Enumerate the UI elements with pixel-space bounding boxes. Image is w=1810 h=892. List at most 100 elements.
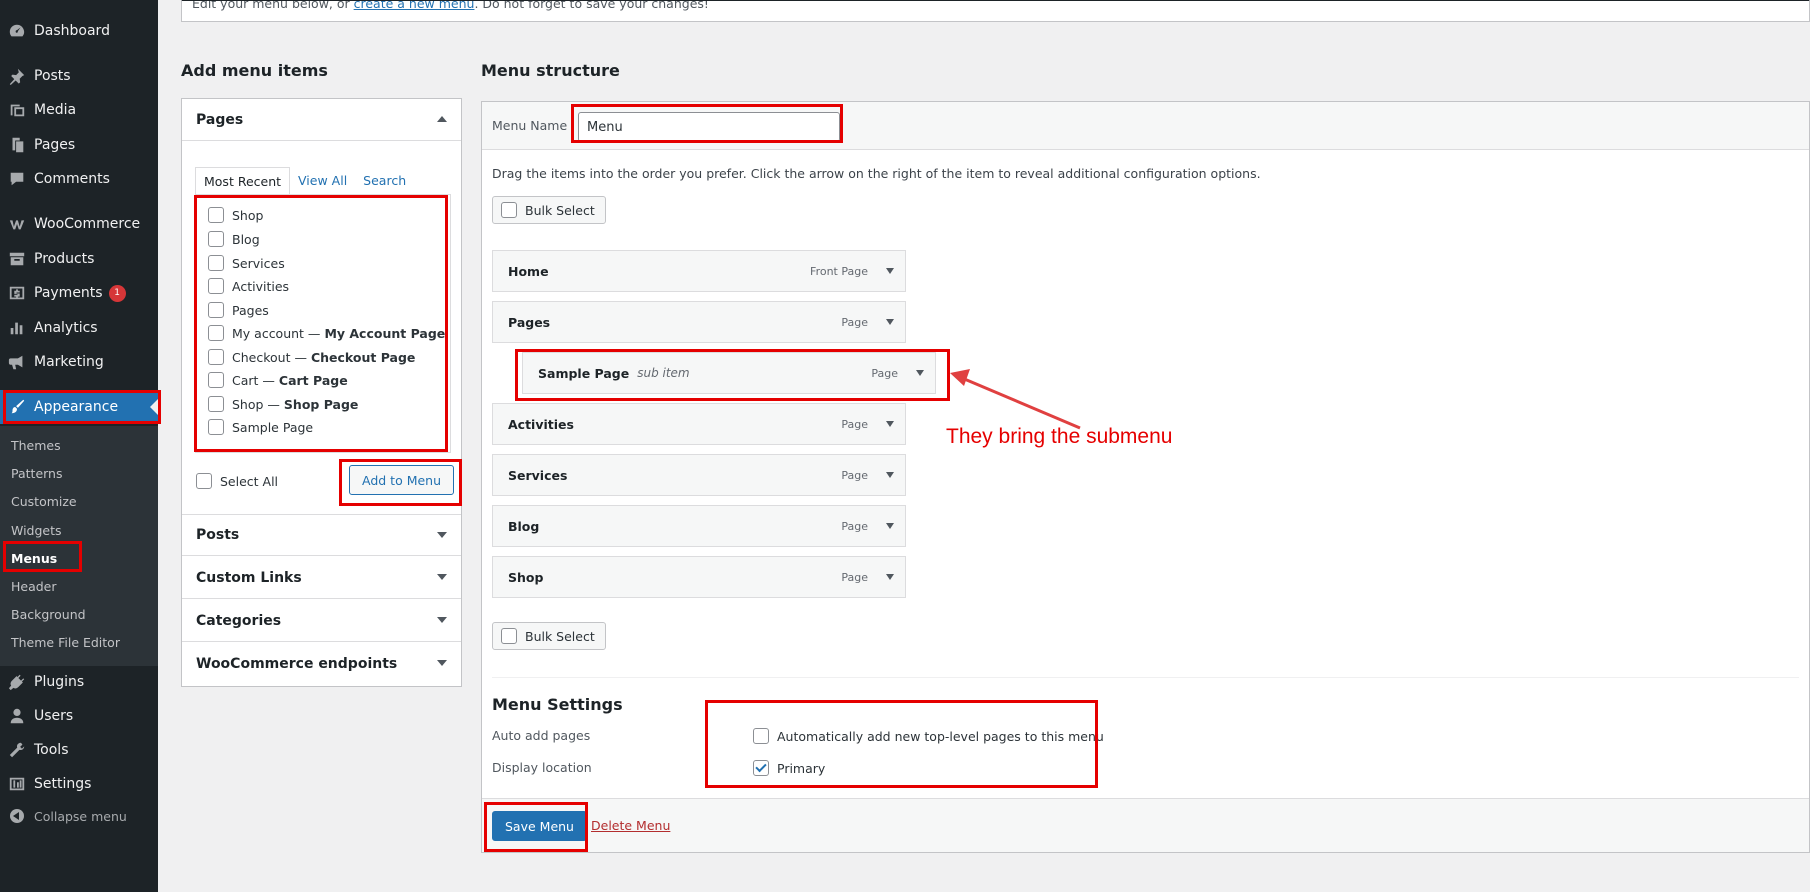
categories-panel-header[interactable]: Categories [182,600,461,642]
item-toggle-arrow-icon[interactable] [886,574,894,580]
sidebar-item-marketing[interactable]: Marketing [0,345,158,379]
submenu-item-header[interactable]: Header [11,579,57,594]
posts-panel-header[interactable]: Posts [182,514,461,556]
brush-icon [0,398,34,416]
submenu-item-widgets[interactable]: Widgets [11,523,62,538]
sidebar-item-dashboard[interactable]: Dashboard [0,14,158,48]
save-menu-button[interactable]: Save Menu [492,811,587,841]
page-checkbox-shop[interactable]: Shop [208,207,263,223]
sidebar-item-plugins[interactable]: Plugins [0,665,158,699]
admin-sidebar: Dashboard Posts Media Pages Comments Woo… [0,0,158,892]
woocommerce-icon [0,215,34,233]
menu-settings-title: Menu Settings [492,695,623,714]
user-icon [0,707,34,725]
sidebar-item-appearance[interactable]: Appearance [0,390,158,424]
submenu-item-themes[interactable]: Themes [11,438,61,453]
auto-add-pages-label: Auto add pages [492,728,591,743]
menu-item-home[interactable]: Home Front Page [492,250,906,292]
sidebar-item-settings[interactable]: Settings [0,767,158,801]
page-checkbox-pages[interactable]: Pages [208,302,269,318]
auto-add-pages-checkbox[interactable]: Automatically add new top-level pages to… [753,728,1104,744]
item-toggle-arrow-icon[interactable] [886,472,894,478]
sidebar-item-media[interactable]: Media [0,93,158,127]
display-location-label: Display location [492,760,592,775]
delete-menu-link[interactable]: Delete Menu [591,818,670,833]
media-icon [0,101,34,119]
pin-icon [0,67,34,85]
sidebar-item-products[interactable]: Products [0,242,158,276]
collapse-arrow-icon [10,809,24,823]
menu-name-label: Menu Name [492,118,568,133]
page-checkbox-sample-page[interactable]: Sample Page [208,419,313,435]
sidebar-item-woocommerce[interactable]: WooCommerce [0,207,158,241]
menu-item-blog[interactable]: Blog Page [492,505,906,547]
submenu-item-customize[interactable]: Customize [11,494,77,509]
sidebar-item-pages[interactable]: Pages [0,128,158,162]
sidebar-item-tools[interactable]: Tools [0,733,158,767]
bulk-select-top[interactable]: Bulk Select [492,196,606,224]
submenu-item-background[interactable]: Background [11,607,86,622]
page-checkbox-shop-page[interactable]: Shop — Shop Page [208,396,358,412]
bulk-select-bottom[interactable]: Bulk Select [492,622,606,650]
page-checkbox-checkout[interactable]: Checkout — Checkout Page [208,349,415,365]
collapse-menu-button[interactable]: Collapse menu [0,803,127,829]
add-to-menu-button[interactable]: Add to Menu [349,465,455,495]
checkmark-icon[interactable] [753,760,769,776]
tab-search[interactable]: Search [355,167,414,195]
appearance-submenu: Themes Patterns Customize Widgets Menus … [0,426,158,666]
sidebar-item-comments[interactable]: Comments [0,162,158,196]
tab-most-recent[interactable]: Most Recent [195,167,291,195]
select-all-checkbox[interactable]: Select All [196,473,278,489]
edit-menu-notice: Edit your menu below, or create a new me… [181,0,1810,22]
item-toggle-arrow-icon[interactable] [886,319,894,325]
item-toggle-arrow-icon[interactable] [886,268,894,274]
item-toggle-arrow-icon[interactable] [886,523,894,529]
payments-icon [0,284,34,302]
plug-icon [0,673,34,691]
expand-down-icon [437,574,447,580]
menu-item-services[interactable]: Services Page [492,454,906,496]
menu-structure-title: Menu structure [481,61,620,80]
create-new-menu-link[interactable]: create a new menu [354,1,475,11]
submenu-item-theme-file-editor[interactable]: Theme File Editor [11,635,120,650]
expand-down-icon [437,617,447,623]
item-toggle-arrow-icon[interactable] [886,421,894,427]
expand-down-icon [437,532,447,538]
sidebar-item-users[interactable]: Users [0,699,158,733]
page-checkbox-my-account[interactable]: My account — My Account Page [208,325,445,341]
tab-view-all[interactable]: View All [290,167,355,195]
submenu-item-patterns[interactable]: Patterns [11,466,62,481]
menu-item-activities[interactable]: Activities Page [492,403,906,445]
collapse-up-icon [437,116,447,122]
pages-icon [0,136,34,154]
chart-icon [0,319,34,337]
submenu-item-menus[interactable]: Menus [11,551,57,566]
dashboard-icon [0,22,34,40]
item-toggle-arrow-icon[interactable] [916,370,924,376]
pages-panel-header[interactable]: Pages [182,99,461,141]
page-checkbox-blog[interactable]: Blog [208,231,260,247]
woocommerce-endpoints-panel-header[interactable]: WooCommerce endpoints [182,643,461,685]
comment-icon [0,170,34,188]
menu-item-sample-page[interactable]: Sample Page sub item Page [522,352,936,394]
sliders-icon [0,775,34,793]
primary-location-checkbox[interactable]: Primary [753,760,825,776]
add-menu-items-title: Add menu items [181,61,328,80]
menu-footer: Save Menu Delete Menu [482,798,1809,852]
custom-links-panel-header[interactable]: Custom Links [182,557,461,599]
expand-down-icon [437,660,447,666]
menu-item-pages[interactable]: Pages Page [492,301,906,343]
sidebar-item-payments[interactable]: Payments 1 [0,276,158,310]
page-checkbox-cart[interactable]: Cart — Cart Page [208,372,348,388]
page-checkbox-activities[interactable]: Activities [208,278,289,294]
page-checkbox-services[interactable]: Services [208,255,285,271]
menu-item-shop[interactable]: Shop Page [492,556,906,598]
sidebar-item-posts[interactable]: Posts [0,59,158,93]
payments-count-badge: 1 [108,284,126,302]
pages-checklist: Shop Blog Services Activities Pages My a… [195,194,451,453]
menu-name-input[interactable] [578,112,840,142]
annotation-text: They bring the submenu [946,425,1173,448]
sub-item-label: sub item [637,366,690,380]
sidebar-item-analytics[interactable]: Analytics [0,311,158,345]
wrench-icon [0,741,34,759]
